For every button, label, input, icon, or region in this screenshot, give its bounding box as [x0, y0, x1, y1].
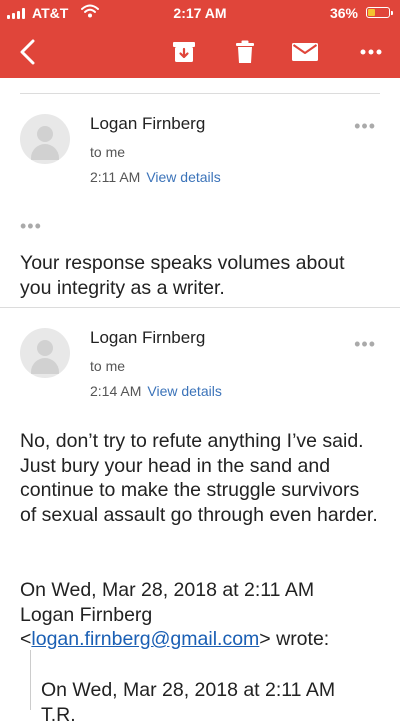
recipient-label[interactable]: to me [90, 144, 125, 160]
delete-icon[interactable] [229, 36, 261, 68]
thread-top-divider [20, 93, 380, 94]
avatar[interactable] [20, 114, 70, 164]
battery-icon [366, 7, 393, 18]
sender-name[interactable]: Logan Firnberg [90, 328, 205, 348]
status-bar: AT&T 2:17 AM 36% [0, 0, 400, 26]
sender-email-link[interactable]: logan.firnberg@gmail.com [31, 628, 259, 650]
archive-icon[interactable] [168, 36, 200, 68]
quote-intro-line2: Logan Firnberg [20, 603, 153, 626]
sent-time-row: 2:14 AM View details [90, 383, 222, 399]
sender-name[interactable]: Logan Firnberg [90, 114, 205, 134]
battery-percentage: 36% [329, 5, 358, 21]
message-more-icon[interactable]: ••• [354, 116, 376, 137]
battery-fill [368, 9, 375, 16]
recipient-label[interactable]: to me [90, 358, 125, 374]
sent-time: 2:11 AM [90, 169, 141, 185]
message-divider [0, 307, 400, 308]
show-trimmed-content-icon[interactable]: ••• [20, 216, 42, 237]
sent-time-row: 2:11 AM View details [90, 169, 221, 185]
quote-intro-line1: On Wed, Mar 28, 2018 at 2:11 AM [20, 579, 315, 601]
sent-time: 2:14 AM [90, 383, 142, 399]
back-icon[interactable] [12, 36, 44, 68]
nested-quote-line2: T.R. [41, 704, 76, 726]
quoted-message: On Wed, Mar 28, 2018 at 2:11 AM T.R. [30, 650, 400, 726]
avatar[interactable] [20, 328, 70, 378]
view-details-link[interactable]: View details [147, 383, 221, 399]
mail-icon[interactable] [289, 36, 321, 68]
app-header: AT&T 2:17 AM 36% [0, 0, 400, 78]
message-body: No, don’t try to refute anything I’ve sa… [20, 430, 378, 526]
message-body: Your response speaks volumes about you i… [20, 252, 345, 299]
quote-intro-end: wrote: [276, 628, 330, 650]
nested-quote-attribution: On Wed, Mar 28, 2018 at 2:11 AM [41, 679, 336, 701]
message-toolbar [0, 26, 400, 78]
view-details-link[interactable]: View details [146, 169, 220, 185]
message-more-icon[interactable]: ••• [354, 334, 376, 355]
more-icon[interactable] [355, 36, 387, 68]
quote-intro-line3: <logan.firnberg@gmail.com> wrote: [20, 628, 330, 650]
email-thread: Logan Firnberg ••• to me 2:11 AM View det… [0, 78, 400, 726]
quote-attribution: On Wed, Mar 28, 2018 at 2:11 AM Logan Fi… [20, 578, 380, 652]
